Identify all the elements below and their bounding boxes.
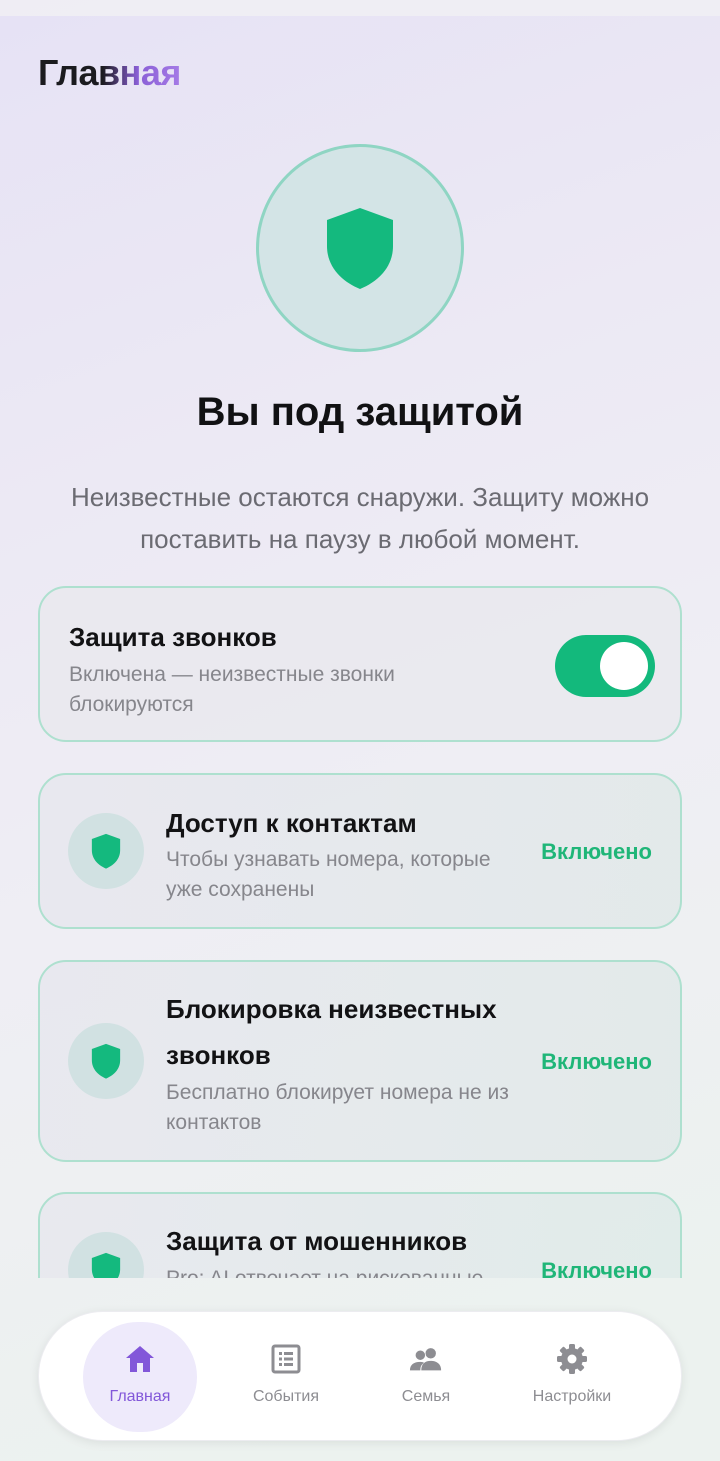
call-protection-title: Защита звонков — [69, 622, 277, 652]
feature-list: Защита звонков Включена — неизвестные зв… — [0, 570, 720, 1278]
shield-icon — [91, 1043, 121, 1079]
feature-title: Блокировка неизвестных звонков — [166, 994, 497, 1070]
shield-icon — [91, 833, 121, 869]
call-protection-card: Защита звонков Включена — неизвестные зв… — [38, 586, 682, 742]
call-protection-description: Включена — неизвестные звонки блокируютс… — [69, 663, 395, 716]
call-protection-toggle[interactable] — [555, 635, 655, 697]
feature-icon-circle — [68, 813, 144, 889]
hero-subtitle: Неизвестные остаются снаружи. Защиту мож… — [70, 482, 650, 554]
nav-label: Главная — [109, 1388, 171, 1405]
nav-label: События — [252, 1388, 320, 1405]
feature-status: Включено — [541, 1049, 652, 1074]
protection-status-badge — [256, 144, 464, 352]
group-icon — [409, 1348, 442, 1371]
home-screen: Главная Вы под защитой Неизвестные остаю… — [0, 0, 720, 1461]
feature-description: Чтобы узнавать номера, которые уже сохра… — [166, 848, 491, 901]
feature-status: Включено — [541, 1258, 652, 1278]
toggle-knob — [600, 642, 648, 690]
feature-description: Бесплатно блокирует номера не из контакт… — [166, 1081, 509, 1134]
nav-label: Настройки — [532, 1388, 612, 1405]
feature-status: Включено — [541, 839, 652, 864]
nav-item-home[interactable]: Главная — [83, 1322, 197, 1432]
page-title: Главная — [38, 52, 181, 93]
home-icon — [126, 1346, 154, 1372]
nav-item-events[interactable]: События — [229, 1322, 343, 1432]
feature-icon-circle — [68, 1023, 144, 1099]
status-bar — [0, 0, 720, 16]
feature-description: Pro: AI отвечает на рискованные — [166, 1264, 526, 1278]
feature-card-contacts[interactable]: Доступ к контактам Чтобы узнавать номера… — [38, 773, 682, 929]
nav-label: Семья — [401, 1388, 451, 1405]
nav-item-family[interactable]: Семья — [369, 1322, 483, 1432]
feature-card-unknown-blocking[interactable]: Блокировка неизвестных звонков Бесплатно… — [38, 960, 682, 1162]
shield-icon — [327, 208, 393, 289]
bottom-navigation: Главная События Семья Настройки — [38, 1311, 682, 1441]
feature-icon-circle — [68, 1232, 144, 1278]
feature-title: Защита от мошенников — [166, 1226, 468, 1256]
feature-title: Доступ к контактам — [166, 808, 417, 838]
list-icon — [271, 1344, 301, 1374]
hero-title: Вы под защитой — [196, 390, 524, 434]
shield-icon — [91, 1252, 121, 1278]
feature-card-fraud-protection[interactable]: Защита от мошенников Pro: AI отвечает на… — [38, 1192, 682, 1278]
gear-icon — [557, 1344, 587, 1374]
nav-item-settings[interactable]: Настройки — [515, 1322, 629, 1432]
